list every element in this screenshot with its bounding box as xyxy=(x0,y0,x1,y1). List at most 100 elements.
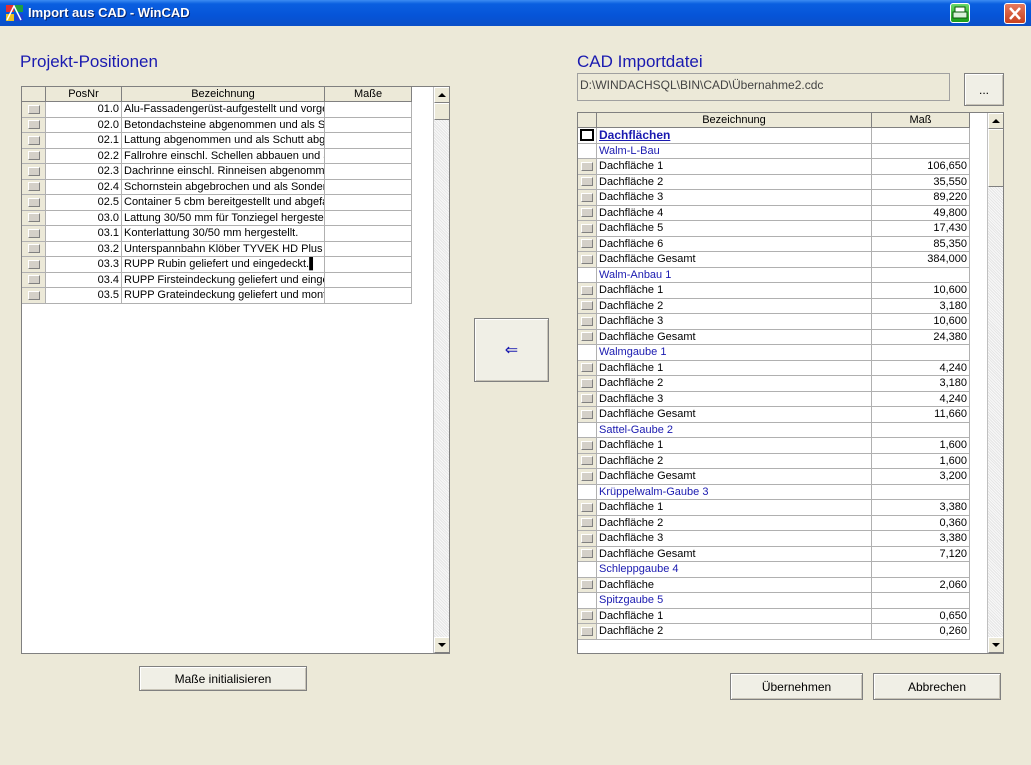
masse-cell[interactable] xyxy=(325,210,412,226)
posnr-cell[interactable]: 03.2 xyxy=(46,241,122,257)
row-selector[interactable] xyxy=(578,345,597,361)
row-selector[interactable] xyxy=(22,102,46,118)
row-selector[interactable] xyxy=(578,577,597,593)
bezeichnung-cell[interactable]: Konterlattung 30/50 mm hergestellt. xyxy=(122,226,325,242)
table-row[interactable]: Dachfläche Gesamt 11,660 xyxy=(578,407,970,423)
mass-cell[interactable]: 17,430 xyxy=(872,221,970,237)
row-selector[interactable] xyxy=(578,407,597,423)
bezeichnung-cell[interactable]: Fallrohre einschl. Schellen abbauen und … xyxy=(122,148,325,164)
mass-cell[interactable]: 35,550 xyxy=(872,174,970,190)
left-scrollbar[interactable] xyxy=(433,87,449,653)
row-selector[interactable] xyxy=(578,159,597,175)
posnr-cell[interactable]: 02.5 xyxy=(46,195,122,211)
mass-cell[interactable]: 49,800 xyxy=(872,205,970,221)
masse-cell[interactable] xyxy=(325,179,412,195)
bezeichnung-cell[interactable]: Dachfläche 4 xyxy=(597,205,872,221)
posnr-cell[interactable]: 02.2 xyxy=(46,148,122,164)
row-selector[interactable] xyxy=(578,128,597,144)
group-row[interactable]: Spitzgaube 5 xyxy=(578,593,970,609)
scroll-thumb[interactable] xyxy=(434,103,449,120)
bezeichnung-cell[interactable]: Dachfläche 5 xyxy=(597,221,872,237)
bezeichnung-cell[interactable]: Dachfläche 1 xyxy=(597,159,872,175)
masse-cell[interactable] xyxy=(325,272,412,288)
table-row[interactable]: Dachfläche 1 10,600 xyxy=(578,283,970,299)
bezeichnung-cell[interactable]: Dachflächen xyxy=(597,128,872,144)
row-selector[interactable] xyxy=(578,546,597,562)
posnr-cell[interactable]: 03.4 xyxy=(46,272,122,288)
posnr-cell[interactable]: 02.3 xyxy=(46,164,122,180)
table-row[interactable]: Dachfläche 2 3,180 xyxy=(578,376,970,392)
table-row[interactable]: Dachfläche Gesamt 24,380 xyxy=(578,329,970,345)
posnr-cell[interactable]: 02.4 xyxy=(46,179,122,195)
table-row[interactable]: 02.0 Betondachsteine abgenommen und als S… xyxy=(22,117,412,133)
group-row[interactable]: Walmgaube 1 xyxy=(578,345,970,361)
masse-cell[interactable] xyxy=(325,148,412,164)
table-row[interactable]: Dachfläche Gesamt 7,120 xyxy=(578,546,970,562)
mass-cell[interactable]: 384,000 xyxy=(872,252,970,268)
mass-cell[interactable] xyxy=(872,562,970,578)
mass-cell[interactable]: 3,380 xyxy=(872,531,970,547)
row-selector[interactable] xyxy=(578,422,597,438)
mass-cell[interactable]: 10,600 xyxy=(872,314,970,330)
table-row[interactable]: Dachfläche 3 89,220 xyxy=(578,190,970,206)
bezeichnung-cell[interactable]: Dachfläche 3 xyxy=(597,391,872,407)
bezeichnung-cell[interactable]: Dachfläche 3 xyxy=(597,190,872,206)
table-row[interactable]: Dachfläche 1 0,650 xyxy=(578,608,970,624)
mass-cell[interactable]: 11,660 xyxy=(872,407,970,423)
row-selector[interactable] xyxy=(22,226,46,242)
masse-column-header[interactable]: Maße xyxy=(325,87,412,102)
mass-cell[interactable]: 106,650 xyxy=(872,159,970,175)
bezeichnung-cell[interactable]: Container 5 cbm bereitgestellt und abgef… xyxy=(122,195,325,211)
table-row[interactable]: Dachfläche 2 0,260 xyxy=(578,624,970,640)
table-row[interactable]: Dachfläche 1 1,600 xyxy=(578,438,970,454)
row-selector[interactable] xyxy=(578,205,597,221)
table-row[interactable]: Dachfläche 3 4,240 xyxy=(578,391,970,407)
bezeichnung-column-header[interactable]: Bezeichnung xyxy=(597,113,872,128)
bezeichnung-column-header[interactable]: Bezeichnung xyxy=(122,87,325,102)
mass-cell[interactable] xyxy=(872,143,970,159)
bezeichnung-cell[interactable]: Betondachsteine abgenommen und als Sc xyxy=(122,117,325,133)
masse-cell[interactable] xyxy=(325,164,412,180)
scroll-up-button[interactable] xyxy=(988,113,1003,129)
row-selector[interactable] xyxy=(578,360,597,376)
bezeichnung-cell[interactable]: Dachfläche 2 xyxy=(597,515,872,531)
group-row[interactable]: Sattel-Gaube 2 xyxy=(578,422,970,438)
masse-cell[interactable] xyxy=(325,288,412,304)
bezeichnung-cell[interactable]: Dachfläche 2 xyxy=(597,624,872,640)
row-selector[interactable] xyxy=(578,174,597,190)
row-selector[interactable] xyxy=(22,210,46,226)
mass-cell[interactable]: 24,380 xyxy=(872,329,970,345)
bezeichnung-cell[interactable]: Schleppgaube 4 xyxy=(597,562,872,578)
bezeichnung-cell[interactable]: Spitzgaube 5 xyxy=(597,593,872,609)
table-row[interactable]: 02.3 Dachrinne einschl. Rinneisen abgenom… xyxy=(22,164,412,180)
row-selector[interactable] xyxy=(578,143,597,159)
posnr-column-header[interactable]: PosNr xyxy=(46,87,122,102)
right-scrollbar[interactable] xyxy=(987,113,1003,653)
table-row[interactable]: Dachfläche 3 10,600 xyxy=(578,314,970,330)
mass-cell[interactable]: 3,180 xyxy=(872,376,970,392)
bezeichnung-cell[interactable]: Dachfläche 3 xyxy=(597,531,872,547)
row-selector[interactable] xyxy=(22,133,46,149)
transfer-left-button[interactable]: ⇐ xyxy=(474,318,549,382)
posnr-cell[interactable]: 03.5 xyxy=(46,288,122,304)
table-row[interactable]: 01.0 Alu-Fassadengerüst-aufgestellt und v… xyxy=(22,102,412,118)
bezeichnung-cell[interactable]: Krüppelwalm-Gaube 3 xyxy=(597,484,872,500)
row-selector[interactable] xyxy=(578,562,597,578)
group-row[interactable]: Krüppelwalm-Gaube 3 xyxy=(578,484,970,500)
print-icon[interactable] xyxy=(950,3,970,23)
mass-cell[interactable] xyxy=(872,484,970,500)
row-selector[interactable] xyxy=(578,314,597,330)
row-selector[interactable] xyxy=(22,288,46,304)
row-selector[interactable] xyxy=(578,221,597,237)
row-selector[interactable] xyxy=(578,515,597,531)
posnr-cell[interactable]: 02.0 xyxy=(46,117,122,133)
masse-cell[interactable] xyxy=(325,102,412,118)
table-row[interactable]: Dachfläche Gesamt 3,200 xyxy=(578,469,970,485)
row-selector[interactable] xyxy=(578,438,597,454)
bezeichnung-cell[interactable]: Dachfläche 2 xyxy=(597,376,872,392)
table-row[interactable]: Dachfläche 4 49,800 xyxy=(578,205,970,221)
row-selector[interactable] xyxy=(578,376,597,392)
bezeichnung-cell[interactable]: Dachfläche 6 xyxy=(597,236,872,252)
mass-cell[interactable]: 3,380 xyxy=(872,500,970,516)
mass-cell[interactable]: 85,350 xyxy=(872,236,970,252)
